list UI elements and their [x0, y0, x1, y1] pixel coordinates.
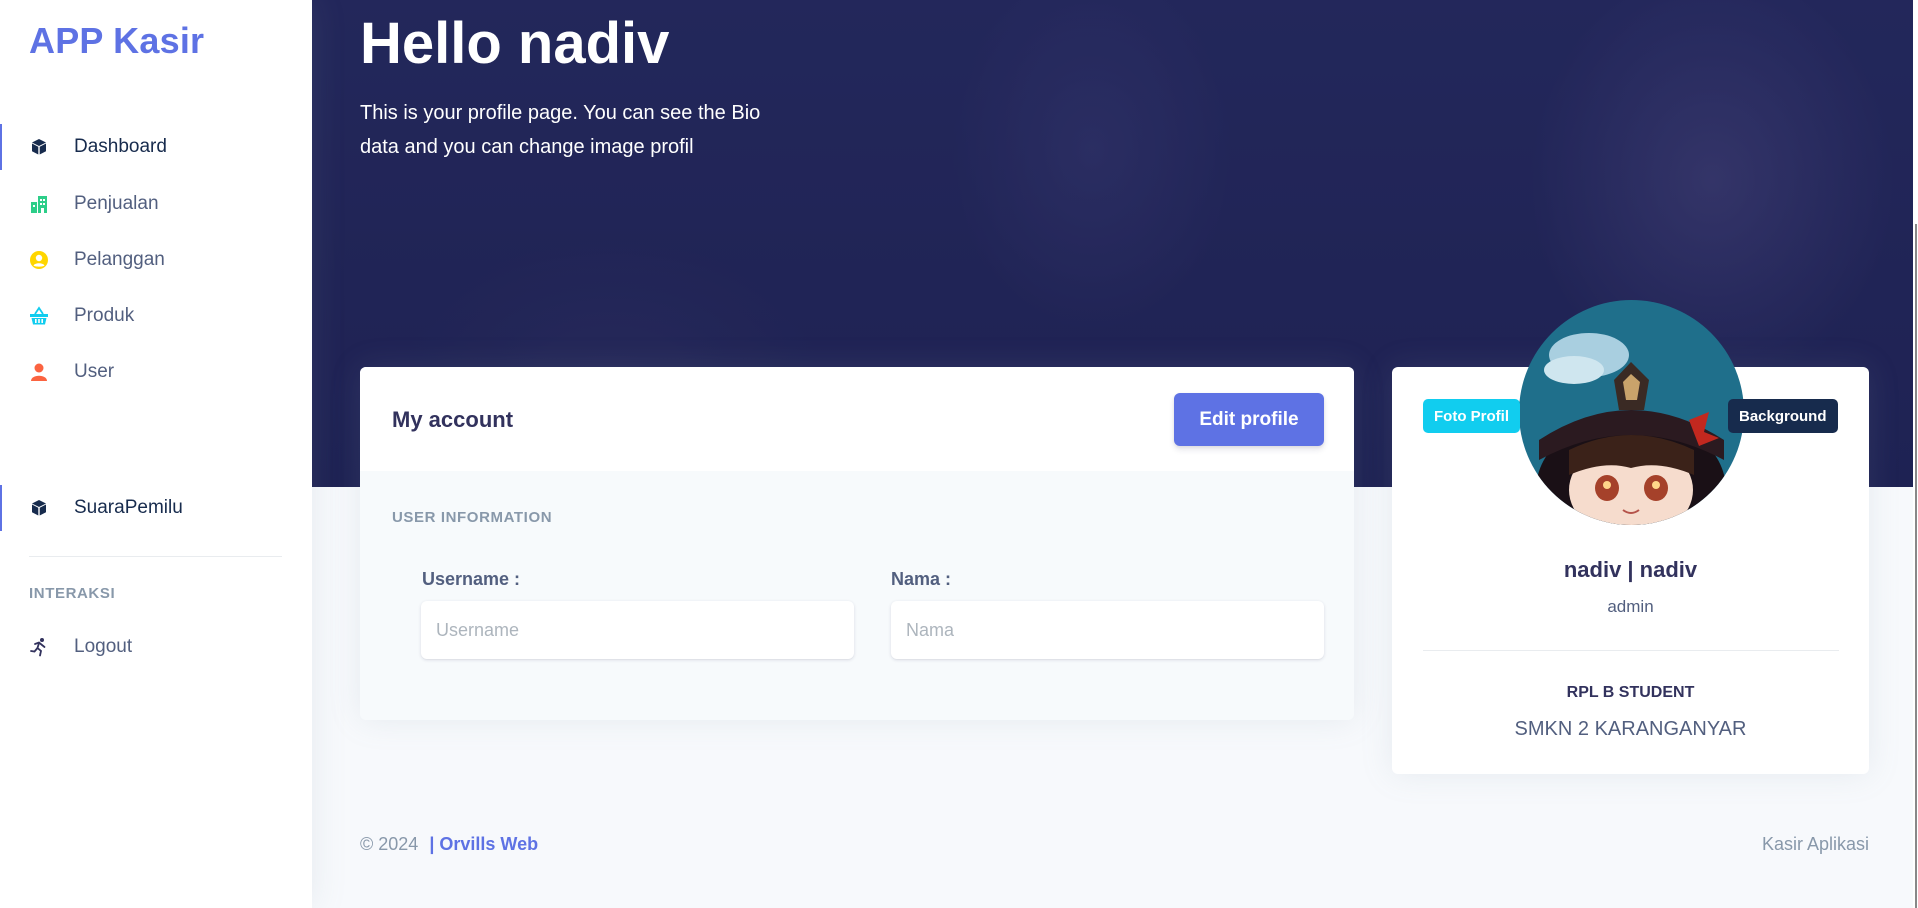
- footer-link-label: Orvills Web: [439, 834, 539, 854]
- footer-link[interactable]: | Orvills Web: [429, 834, 538, 854]
- sidebar-item-label: Dashboard: [74, 136, 167, 157]
- sidebar-item-label: SuaraPemilu: [74, 497, 183, 518]
- account-card: My account Edit profile USER INFORMATION…: [360, 367, 1354, 720]
- profile-photo-button[interactable]: Foto Profil: [1423, 399, 1520, 433]
- sidebar-item-label: Pelanggan: [74, 249, 165, 270]
- account-card-header: My account Edit profile: [360, 367, 1354, 471]
- profile-role: admin: [1607, 597, 1654, 616]
- background-button[interactable]: Background: [1728, 399, 1838, 433]
- sidebar-item-penjualan[interactable]: Penjualan: [0, 181, 312, 227]
- profile-card: Foto Profil Background nadiv | nadiv adm…: [1392, 300, 1869, 774]
- profile-divider: [1423, 650, 1839, 651]
- avatar[interactable]: [1519, 300, 1744, 525]
- brand-logo[interactable]: APP Kasir: [29, 20, 204, 62]
- nama-label: Nama :: [891, 569, 952, 589]
- page-scrollbar[interactable]: [1913, 0, 1918, 908]
- sidebar-item-suarapemilu[interactable]: SuaraPemilu: [0, 485, 312, 531]
- user-information-heading: USER INFORMATION: [392, 509, 553, 526]
- account-title: My account: [392, 407, 514, 432]
- footer-separator: |: [429, 834, 435, 854]
- user-circle-icon: [28, 249, 50, 271]
- sidebar-item-label: Penjualan: [74, 193, 159, 214]
- page-title: Hello nadiv: [360, 11, 670, 76]
- sidebar-item-logout[interactable]: Logout: [0, 624, 312, 670]
- scrollbar-thumb[interactable]: [1915, 224, 1917, 908]
- sidebar-divider: [29, 556, 282, 557]
- profile-school: SMKN 2 KARANGANYAR: [1514, 718, 1747, 740]
- box-icon: [28, 136, 50, 158]
- sidebar-heading: INTERAKSI: [29, 585, 116, 602]
- profile-name: nadiv | nadiv: [1563, 557, 1698, 582]
- profile-class: RPL B STUDENT: [1566, 684, 1695, 701]
- building-icon: [28, 193, 50, 215]
- username-label: Username :: [422, 569, 521, 589]
- sidebar-item-pelanggan[interactable]: Pelanggan: [0, 237, 312, 283]
- username-input[interactable]: [421, 601, 854, 659]
- sidebar-item-label: Logout: [74, 636, 133, 657]
- sidebar: APP Kasir Dashboard Penjualan Pelanggan …: [0, 0, 312, 908]
- sidebar-item-user[interactable]: User: [0, 349, 312, 395]
- footer-app-name: Kasir Aplikasi: [1761, 834, 1869, 854]
- edit-profile-button[interactable]: Edit profile: [1174, 393, 1324, 446]
- box-icon: [28, 497, 50, 519]
- nama-input[interactable]: [891, 601, 1324, 659]
- basket-icon: [28, 305, 50, 327]
- running-icon: [28, 636, 50, 658]
- page-description: This is your profile page. You can see t…: [360, 102, 761, 158]
- sidebar-item-label: Produk: [74, 305, 135, 326]
- sidebar-item-dashboard[interactable]: Dashboard: [0, 124, 312, 170]
- copyright-text: © 2024: [360, 834, 419, 854]
- sidebar-item-label: User: [74, 361, 115, 382]
- footer-copyright: © 2024 | Orvills Web: [360, 834, 538, 855]
- sidebar-item-produk[interactable]: Produk: [0, 293, 312, 339]
- user-icon: [28, 361, 50, 383]
